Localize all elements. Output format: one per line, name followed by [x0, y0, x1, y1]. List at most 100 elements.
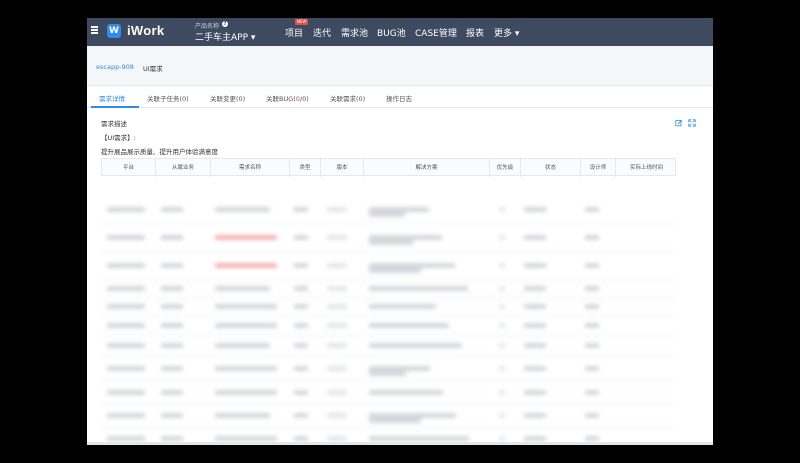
tab-detail[interactable]: 需求详情	[99, 93, 125, 103]
table-cell	[499, 324, 505, 327]
col-business: 从属业务	[156, 159, 211, 177]
table-cell	[107, 344, 145, 347]
nav-item-requirements[interactable]: 需求池	[341, 26, 368, 39]
product-selector[interactable]: 二手车主APP ▾	[195, 30, 255, 43]
table-cell	[215, 344, 270, 347]
table-row[interactable]	[101, 298, 676, 316]
table-cell	[524, 287, 546, 290]
section-title: 需求描述	[101, 120, 127, 128]
table-cell	[585, 287, 599, 290]
info-icon[interactable]: ?	[222, 21, 228, 27]
table-cell	[369, 305, 436, 308]
table-cell	[524, 414, 546, 417]
table-cell	[585, 208, 599, 211]
table-cell	[327, 437, 347, 440]
table-cell	[369, 419, 422, 422]
table-cell	[327, 287, 347, 290]
table-cell	[369, 390, 443, 394]
breadcrumb-current: UI需求	[143, 65, 163, 73]
table-cell	[215, 414, 270, 417]
table-cell	[369, 213, 405, 216]
table-cell	[107, 208, 145, 211]
table-row[interactable]	[101, 196, 676, 224]
table-cell	[499, 366, 505, 370]
table-cell	[369, 344, 462, 347]
tab-bugs[interactable]: 关联BUG(0/0)	[266, 93, 309, 103]
tab-bar: 需求详情 关联子任务(0) 关联变更(0) 关联BUG(0/0) 关联需求(0)…	[87, 86, 713, 108]
nav-item-cases[interactable]: CASE管理	[415, 26, 457, 39]
table-cell	[327, 305, 347, 308]
table-cell	[294, 287, 308, 290]
table-row[interactable]	[101, 252, 676, 280]
table-cell	[524, 437, 546, 440]
nav-item-bugs[interactable]: BUG池	[377, 26, 406, 39]
requirement-description: 提升展品展示质量、提升用户体验满意度	[101, 148, 218, 156]
table-row[interactable]	[101, 316, 676, 336]
bottom-scrollbar[interactable]	[87, 442, 713, 445]
table-cell	[161, 437, 183, 440]
table-cell	[369, 366, 430, 370]
table-cell	[369, 324, 449, 327]
breadcrumb: escapp-908 UI需求	[87, 46, 713, 86]
table-cell	[585, 305, 599, 308]
nav-item-projects[interactable]: 项目	[285, 26, 303, 39]
table-cell	[215, 324, 277, 327]
table-cell	[499, 344, 505, 347]
col-type: 类型	[290, 159, 321, 177]
table-row[interactable]	[101, 224, 676, 252]
table-cell	[499, 236, 505, 239]
table-row[interactable]	[101, 280, 676, 298]
table-cell	[107, 414, 145, 417]
table-cell	[327, 344, 347, 347]
table-cell	[294, 305, 308, 308]
col-solution: 解决方案	[364, 159, 490, 177]
table-cell	[369, 241, 413, 244]
table-cell	[161, 208, 183, 211]
table-row[interactable]	[101, 404, 676, 428]
table-cell	[161, 414, 183, 417]
table-cell	[107, 236, 145, 239]
requirement-table: 平台 从属业务 需求名称 类型 版本 解决方案 优先级 状态 设计师 实际上线时…	[101, 158, 676, 440]
nav-item-iterations[interactable]: 迭代	[313, 26, 331, 39]
table-cell	[369, 414, 456, 417]
hamburger-icon[interactable]	[91, 26, 98, 34]
edit-icon[interactable]	[675, 119, 683, 127]
nav-item-reports[interactable]: 报表	[466, 26, 484, 39]
table-cell	[585, 324, 599, 327]
table-cell	[499, 414, 505, 417]
table-cell	[294, 366, 308, 370]
table-cell	[294, 390, 308, 394]
table-cell	[585, 344, 599, 347]
col-designer: 设计师	[581, 159, 616, 177]
table-cell	[499, 208, 505, 211]
col-status: 状态	[521, 159, 581, 177]
tab-log[interactable]: 操作日志	[386, 93, 412, 103]
table-header: 平台 从属业务 需求名称 类型 版本 解决方案 优先级 状态 设计师 实际上线时…	[101, 158, 676, 177]
table-cell	[327, 414, 347, 417]
breadcrumb-project[interactable]: escapp-908	[96, 63, 134, 71]
table-cell	[327, 390, 347, 394]
table-row[interactable]	[101, 381, 676, 404]
requirement-tag: 【UI需求】:	[101, 134, 136, 142]
table-cell	[161, 324, 183, 327]
table-cell	[327, 208, 347, 211]
nav-item-more[interactable]: 更多 ▾	[494, 26, 519, 39]
table-cell	[161, 264, 183, 267]
app-name: iWork	[127, 23, 165, 38]
table-cell	[161, 366, 183, 370]
tab-subtasks[interactable]: 关联子任务(0)	[147, 93, 189, 103]
fullscreen-icon[interactable]	[688, 119, 696, 127]
table-cell	[499, 264, 505, 267]
col-name: 需求名称	[211, 159, 290, 177]
tab-changes[interactable]: 关联变更(0)	[210, 93, 245, 103]
table-cell	[107, 305, 145, 308]
table-cell	[161, 305, 183, 308]
table-row[interactable]	[101, 356, 676, 381]
table-cell	[524, 390, 546, 394]
tab-related[interactable]: 关联需求(0)	[330, 93, 365, 103]
table-cell	[585, 236, 599, 239]
app-window: W iWork 产品名称 ? 二手车主APP ▾ 项目 NEW 迭代 需求池 B…	[87, 18, 713, 445]
table-cell	[327, 236, 347, 239]
table-cell	[369, 236, 442, 239]
table-row[interactable]	[101, 336, 676, 356]
